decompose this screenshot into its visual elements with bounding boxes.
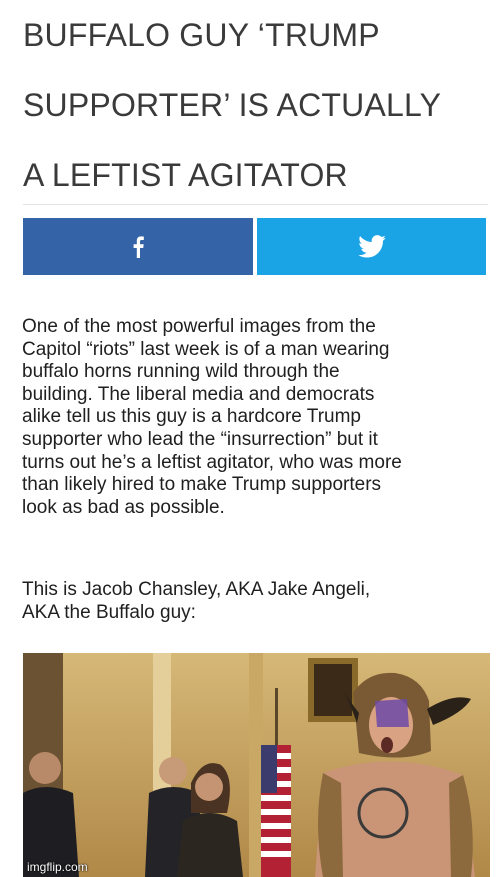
paragraph-line: building. The liberal media and democrat… (22, 383, 375, 405)
twitter-share-button[interactable] (257, 218, 486, 275)
article-paragraph: This is Jacob Chansley, AKA Jake Angeli,… (22, 579, 492, 624)
paragraph-line: alike tell us this guy is a hardcore Tru… (22, 406, 361, 428)
paragraph-line: than likely hired to make Trump supporte… (22, 474, 382, 496)
paragraph-line: One of the most powerful images from the (22, 316, 376, 337)
headline: BUFFALO GUY ‘TRUMP SUPPORTER’ IS ACTUALL… (23, 0, 493, 210)
watermark: imgflip.com (27, 860, 88, 874)
paragraph-line: turns out he’s a leftist agitator, who w… (22, 451, 402, 473)
headline-line: SUPPORTER’ IS ACTUALLY (23, 87, 442, 123)
paragraph-line: Capitol “riots” last week is of a man we… (22, 338, 390, 360)
paragraph-line: supporter who lead the “insurrection” bu… (22, 428, 378, 450)
capitol-scene-illustration (23, 653, 490, 877)
paragraph-line: This is Jacob Chansley, AKA Jake Angeli, (22, 579, 371, 600)
twitter-icon (357, 235, 386, 258)
facebook-share-button[interactable] (23, 218, 253, 275)
paragraph-line: buffalo horns running wild through the (22, 361, 340, 383)
headline-line: A LEFTIST AGITATOR (23, 157, 348, 193)
article-paragraph: One of the most powerful images from the… (22, 316, 492, 519)
paragraph-line: AKA the Buffalo guy: (22, 601, 196, 623)
facebook-icon (133, 235, 144, 258)
article-photo: imgflip.com (23, 653, 490, 877)
paragraph-line: look as bad as possible. (22, 496, 225, 518)
divider (23, 204, 488, 205)
headline-line: BUFFALO GUY ‘TRUMP (23, 17, 380, 53)
